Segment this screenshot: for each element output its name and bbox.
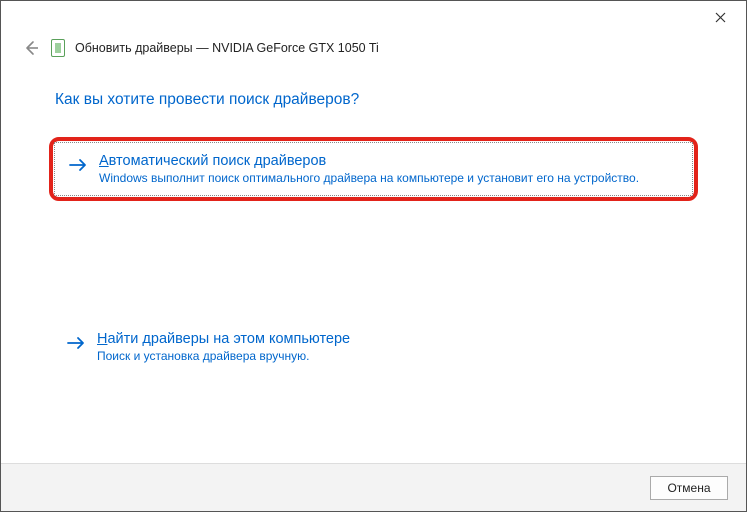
option-description: Windows выполнит поиск оптимального драй… bbox=[99, 171, 639, 185]
page-question: Как вы хотите провести поиск драйверов? bbox=[55, 91, 698, 109]
option-description: Поиск и установка драйвера вручную. bbox=[97, 349, 350, 363]
dialog-header: Обновить драйверы — NVIDIA GeForce GTX 1… bbox=[1, 33, 746, 63]
titlebar bbox=[1, 1, 746, 33]
dialog-footer: Отмена bbox=[1, 463, 746, 511]
option-auto-search[interactable]: Автоматический поиск драйверов Windows в… bbox=[49, 137, 698, 201]
option-text: Найти драйверы на этом компьютере Поиск … bbox=[97, 331, 350, 363]
option-title: Найти драйверы на этом компьютере bbox=[97, 331, 350, 347]
cancel-button[interactable]: Отмена bbox=[650, 476, 728, 500]
dialog-title: Обновить драйверы — NVIDIA GeForce GTX 1… bbox=[75, 41, 379, 55]
driver-update-dialog: Обновить драйверы — NVIDIA GeForce GTX 1… bbox=[0, 0, 747, 512]
option-browse-computer[interactable]: Найти драйверы на этом компьютере Поиск … bbox=[49, 317, 698, 377]
back-button[interactable] bbox=[21, 38, 41, 58]
arrow-right-icon bbox=[69, 156, 87, 174]
close-icon bbox=[715, 12, 726, 23]
option-title: Автоматический поиск драйверов bbox=[99, 153, 639, 169]
arrow-right-icon bbox=[67, 334, 85, 352]
option-text: Автоматический поиск драйверов Windows в… bbox=[99, 153, 639, 185]
back-arrow-icon bbox=[23, 40, 39, 56]
dialog-content: Как вы хотите провести поиск драйверов? … bbox=[1, 63, 746, 463]
close-button[interactable] bbox=[700, 3, 740, 31]
device-icon bbox=[51, 39, 65, 57]
